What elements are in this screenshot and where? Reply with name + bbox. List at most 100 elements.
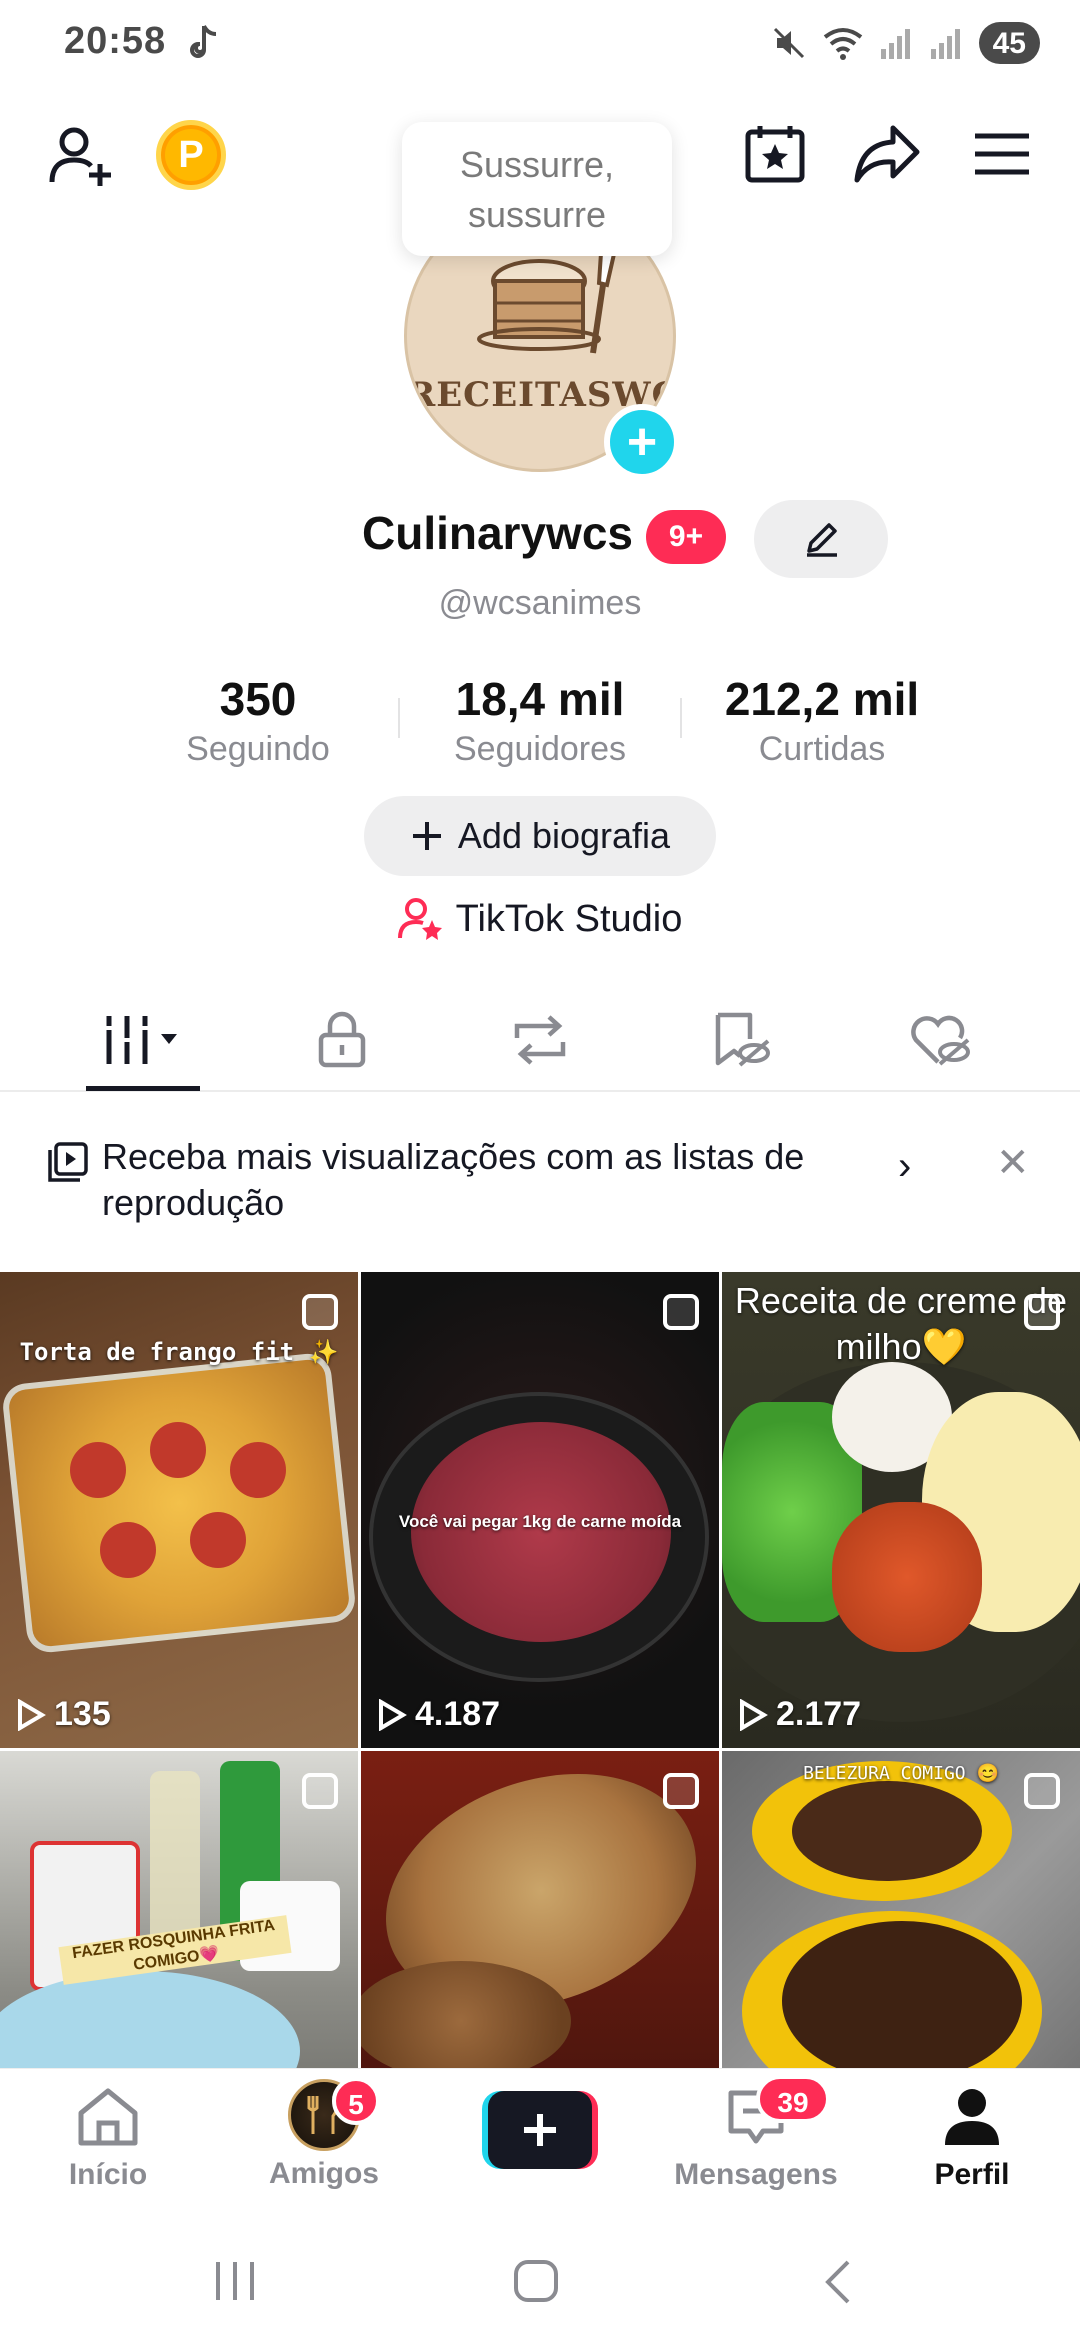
tomato-slice (150, 1422, 206, 1478)
tab-private[interactable] (234, 990, 450, 1090)
nav-label: Mensagens (674, 2158, 838, 2191)
tiktok-notification-icon (190, 25, 217, 58)
plus-icon (412, 822, 441, 850)
recent-apps-icon[interactable] (212, 2260, 258, 2302)
status-tooltip[interactable]: Sussurre, sussurre (402, 122, 672, 256)
stat-label: Seguindo (186, 730, 330, 768)
video-thumbnail[interactable]: BELEZURA COMIGO 😊 (722, 1751, 1080, 2068)
menu-button[interactable] (972, 124, 1032, 184)
divider (398, 698, 400, 738)
profile-name-row: Culinarywcs 9+ (0, 500, 1080, 580)
profile-stats: 350 Seguindo 18,4 mil Seguidores 212,2 m… (0, 672, 1080, 782)
add-story-button[interactable]: + (604, 404, 680, 480)
nav-label: Perfil (934, 2158, 1010, 2191)
multi-select-icon[interactable] (663, 1294, 699, 1330)
calendar-button[interactable] (742, 120, 808, 186)
create-button[interactable] (482, 2091, 598, 2169)
share-profile-button[interactable] (852, 120, 922, 186)
status-time: 20:58 (64, 20, 167, 62)
stat-value: 212,2 mil (724, 673, 920, 725)
active-tab-indicator (86, 1086, 200, 1091)
share-icon (854, 125, 920, 183)
add-bio-button[interactable]: Add biografia (364, 796, 716, 876)
tab-reposts[interactable] (432, 990, 648, 1090)
view-count-value: 135 (54, 1695, 111, 1733)
chocolate-cake-image (792, 1781, 982, 1881)
oil-bottle-image (150, 1771, 200, 1951)
chicken-image (832, 1502, 982, 1652)
multi-select-icon[interactable] (302, 1773, 338, 1809)
video-thumbnail[interactable]: Torta de frango fit ✨ 135 (0, 1272, 358, 1748)
video-thumbnail[interactable] (361, 1751, 719, 2068)
tomato-slice (190, 1512, 246, 1568)
stat-label: Seguidores (453, 730, 626, 768)
lock-icon (318, 1011, 366, 1068)
back-icon[interactable] (822, 2258, 852, 2306)
notification-badge[interactable]: 9+ (646, 510, 726, 564)
status-bar: 20:58 45 (0, 0, 1080, 90)
multi-select-icon[interactable] (663, 1773, 699, 1809)
ground-meat-image (411, 1422, 671, 1642)
video-grid: Torta de frango fit ✨ 135 Você vai pegar… (0, 1272, 1080, 2068)
bottom-nav: Início Amigos 5 Mensagens 39 Perfil (0, 2068, 1080, 2218)
coins-button[interactable]: P (156, 120, 226, 190)
battery-indicator: 45 (978, 22, 1040, 64)
display-name: Culinarywcs (362, 507, 633, 559)
playlist-banner[interactable]: Receba mais visualizações com as listas … (0, 1120, 1080, 1250)
stat-following[interactable]: 350 Seguindo (128, 672, 388, 769)
divider (680, 698, 682, 738)
hamburger-menu-icon (975, 133, 1029, 175)
friends-badge: 5 (332, 2077, 380, 2125)
tab-saved[interactable] (634, 990, 850, 1090)
view-count: 4.187 (377, 1695, 500, 1734)
view-count: 2.177 (738, 1695, 861, 1734)
mute-icon (773, 27, 804, 59)
stat-value: 350 (219, 673, 297, 725)
stat-label: Curtidas (758, 730, 886, 768)
chevron-right-icon[interactable]: › (898, 1144, 911, 1189)
edit-profile-button[interactable] (754, 500, 888, 578)
studio-user-star-icon (397, 898, 442, 940)
heart-hidden-icon (911, 1015, 970, 1066)
inbox-badge: 39 (756, 2075, 830, 2123)
tab-videos[interactable] (36, 990, 252, 1090)
multi-select-icon[interactable] (1024, 1294, 1060, 1330)
stat-value: 18,4 mil (455, 673, 625, 725)
repost-icon (514, 1015, 566, 1065)
banner-text: Receba mais visualizações com as listas … (102, 1136, 805, 1223)
play-icon (379, 1698, 407, 1731)
play-icon (740, 1698, 768, 1731)
system-navigation-bar (0, 2218, 1080, 2340)
calendar-star-icon (745, 126, 805, 183)
add-bio-label: Add biografia (457, 815, 671, 856)
tiktok-studio-link[interactable]: TikTok Studio (0, 896, 1080, 942)
video-thumbnail[interactable]: Receita de creme de milho💛 2.177 (722, 1272, 1080, 1748)
add-user-icon (49, 127, 111, 186)
multi-select-icon[interactable] (1024, 1773, 1060, 1809)
nav-inbox[interactable]: Mensagens 39 (666, 2075, 846, 2192)
view-count: 135 (16, 1695, 111, 1734)
nav-profile[interactable]: Perfil (882, 2085, 1062, 2192)
video-thumbnail[interactable]: FAZER ROSQUINHA FRITA COMIGO💗 (0, 1751, 358, 2068)
video-caption: Você vai pegar 1kg de carne moída (398, 1512, 682, 1531)
chocolate-cake-image (782, 1921, 1022, 2068)
nav-home[interactable]: Início (18, 2085, 198, 2192)
video-thumbnail[interactable]: Você vai pegar 1kg de carne moída 4.187 (361, 1272, 719, 1748)
home-circle-icon[interactable] (512, 2258, 560, 2304)
multi-select-icon[interactable] (302, 1294, 338, 1330)
playlist-icon (48, 1142, 88, 1182)
close-icon[interactable]: ✕ (996, 1140, 1030, 1186)
video-caption: Torta de frango fit ✨ (19, 1338, 339, 1366)
stat-followers[interactable]: 18,4 mil Seguidores (410, 672, 670, 769)
pencil-icon (807, 523, 837, 557)
signal-icon-2 (930, 29, 960, 59)
view-count-value: 4.187 (415, 1695, 501, 1733)
stat-likes[interactable]: 212,2 mil Curtidas (692, 672, 952, 769)
add-friend-button[interactable] (44, 118, 118, 192)
profile-icon (945, 2089, 999, 2145)
tab-liked[interactable] (832, 990, 1048, 1090)
play-icon (18, 1698, 46, 1731)
nav-friends[interactable]: Amigos 5 (234, 2077, 414, 2191)
bookmark-hidden-icon (715, 1012, 770, 1067)
tomato-slice (230, 1442, 286, 1498)
